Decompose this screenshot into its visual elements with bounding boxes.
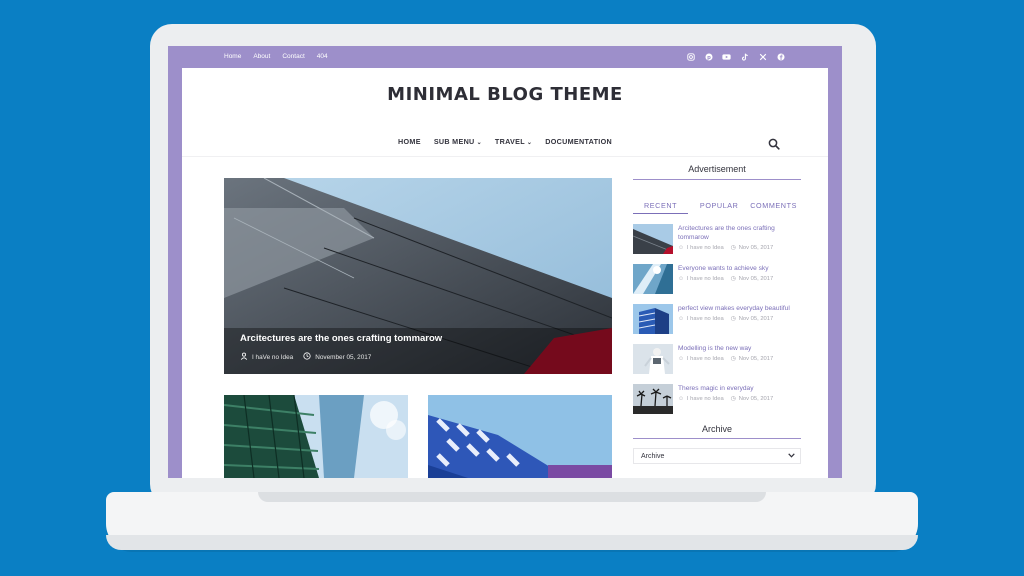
post-meta: ☺ I have no Idea ◷ Nov 05, 2017 <box>678 316 801 322</box>
list-item[interactable]: Theres magic in everyday ☺ I have no Idea… <box>633 384 801 414</box>
pinterest-icon[interactable]: p <box>703 51 714 62</box>
list-item[interactable]: perfect view makes everyday beautiful ☺ I… <box>633 304 801 334</box>
post-title[interactable]: Theres magic in everyday <box>678 384 801 393</box>
featured-post-image <box>224 178 612 374</box>
post-title[interactable]: Everyone wants to achieve sky <box>678 264 801 273</box>
post-thumbnail <box>633 264 673 294</box>
x-icon[interactable] <box>757 51 768 62</box>
nav-travel-label: TRAVEL <box>494 137 525 146</box>
featured-post[interactable]: Arcitectures are the ones crafting tomma… <box>224 178 612 374</box>
post-card[interactable] <box>428 395 612 478</box>
featured-post-meta: I haVe no Idea November 05, 2017 <box>240 352 371 362</box>
user-icon: ☺ <box>678 316 684 322</box>
top-link-home[interactable]: Home <box>224 53 241 60</box>
archive-select-value: Archive <box>641 452 665 460</box>
post-date: Nov 05, 2017 <box>738 396 774 402</box>
clock-icon: ◷ <box>730 356 736 362</box>
laptop-base-edge <box>106 535 918 550</box>
chevron-down-icon <box>788 452 795 460</box>
post-date: Nov 05, 2017 <box>738 276 774 282</box>
nav-sub-menu-label: SUB MENU <box>433 137 475 146</box>
tab-comments[interactable]: COMMENTS <box>750 201 801 214</box>
blog-page: MINIMAL BLOG THEME HOME SUB MENU ⌄ TRAVEL… <box>182 68 828 478</box>
archive-heading: Archive <box>633 424 801 439</box>
top-link-404[interactable]: 404 <box>317 53 328 60</box>
list-item[interactable]: Arcitectures are the ones crafting tomma… <box>633 224 801 254</box>
post-author[interactable]: I have no Idea <box>687 245 724 251</box>
top-links: Home About Contact 404 <box>224 53 328 60</box>
post-thumbnail <box>633 344 673 374</box>
nav-divider <box>182 156 828 157</box>
post-card-image <box>428 395 612 478</box>
post-meta: ☺ I have no Idea ◷ Nov 05, 2017 <box>678 356 801 362</box>
svg-text:p: p <box>707 54 711 60</box>
post-card[interactable] <box>224 395 408 478</box>
chevron-down-icon: ⌄ <box>476 140 482 146</box>
laptop-notch <box>258 492 766 502</box>
tab-recent[interactable]: RECENT <box>633 201 689 214</box>
post-title[interactable]: Modelling is the new way <box>678 344 801 353</box>
post-title[interactable]: perfect view makes everyday beautiful <box>678 304 801 313</box>
main-nav: HOME SUB MENU ⌄ TRAVEL ⌄ DOCUMENTATION <box>182 137 828 146</box>
laptop-screen: Home About Contact 404 p MINIMAL BLOG TH… <box>168 46 842 478</box>
post-date: Nov 05, 2017 <box>738 245 774 251</box>
youtube-icon[interactable] <box>721 51 732 62</box>
chevron-down-icon: ⌄ <box>526 140 533 146</box>
recent-posts-list: Arcitectures are the ones crafting tomma… <box>633 224 801 414</box>
post-author[interactable]: I have no Idea <box>687 396 724 402</box>
list-item[interactable]: Everyone wants to achieve sky ☺ I have no… <box>633 264 801 294</box>
clock-icon: ◷ <box>730 245 736 251</box>
user-icon: ☺ <box>678 396 684 402</box>
featured-post-title[interactable]: Arcitectures are the ones crafting tomma… <box>240 333 442 344</box>
post-date: Nov 05, 2017 <box>738 356 774 362</box>
post-author[interactable]: I have no Idea <box>687 356 724 362</box>
featured-post-author[interactable]: I haVe no Idea <box>252 354 293 361</box>
nav-home[interactable]: HOME <box>398 137 421 146</box>
advertisement-heading: Advertisement <box>633 164 801 180</box>
clock-icon <box>303 352 311 362</box>
sidebar: Advertisement RECENT POPULAR COMMENTS Ar… <box>633 164 801 464</box>
featured-post-date: November 05, 2017 <box>315 353 372 361</box>
social-icons: p <box>685 51 786 62</box>
post-title[interactable]: Arcitectures are the ones crafting tomma… <box>678 224 801 242</box>
post-thumbnail <box>633 224 673 254</box>
tiktok-icon[interactable] <box>739 51 750 62</box>
clock-icon: ◷ <box>730 276 736 282</box>
post-author[interactable]: I have no Idea <box>687 276 724 282</box>
user-icon: ☺ <box>678 356 684 362</box>
top-link-contact[interactable]: Contact <box>282 53 304 60</box>
post-author[interactable]: I have no Idea <box>687 316 724 322</box>
post-card-image <box>224 395 408 478</box>
tab-popular[interactable]: POPULAR <box>700 201 739 214</box>
post-meta: ☺ I have no Idea ◷ Nov 05, 2017 <box>678 276 801 282</box>
top-bar: Home About Contact 404 p <box>168 46 842 68</box>
search-icon[interactable] <box>768 137 780 150</box>
list-item[interactable]: Modelling is the new way ☺ I have no Idea… <box>633 344 801 374</box>
post-thumbnail <box>633 384 673 414</box>
clock-icon: ◷ <box>730 316 736 322</box>
site-title[interactable]: MINIMAL BLOG THEME <box>182 84 828 105</box>
nav-sub-menu[interactable]: SUB MENU ⌄ <box>434 137 482 146</box>
post-thumbnail <box>633 304 673 334</box>
instagram-icon[interactable] <box>685 51 696 62</box>
archive-select[interactable]: Archive <box>633 448 801 464</box>
top-link-about[interactable]: About <box>253 53 270 60</box>
nav-documentation[interactable]: DOCUMENTATION <box>545 137 612 146</box>
user-icon: ☺ <box>678 276 684 282</box>
post-tabs: RECENT POPULAR COMMENTS <box>633 201 801 218</box>
post-meta: ☺ I have no Idea ◷ Nov 05, 2017 <box>678 245 801 251</box>
user-icon <box>240 352 248 362</box>
clock-icon: ◷ <box>730 396 736 402</box>
facebook-icon[interactable] <box>775 51 786 62</box>
post-date: Nov 05, 2017 <box>738 316 774 322</box>
post-meta: ☺ I have no Idea ◷ Nov 05, 2017 <box>678 396 801 402</box>
user-icon: ☺ <box>678 245 684 251</box>
nav-travel[interactable]: TRAVEL ⌄ <box>495 137 532 146</box>
